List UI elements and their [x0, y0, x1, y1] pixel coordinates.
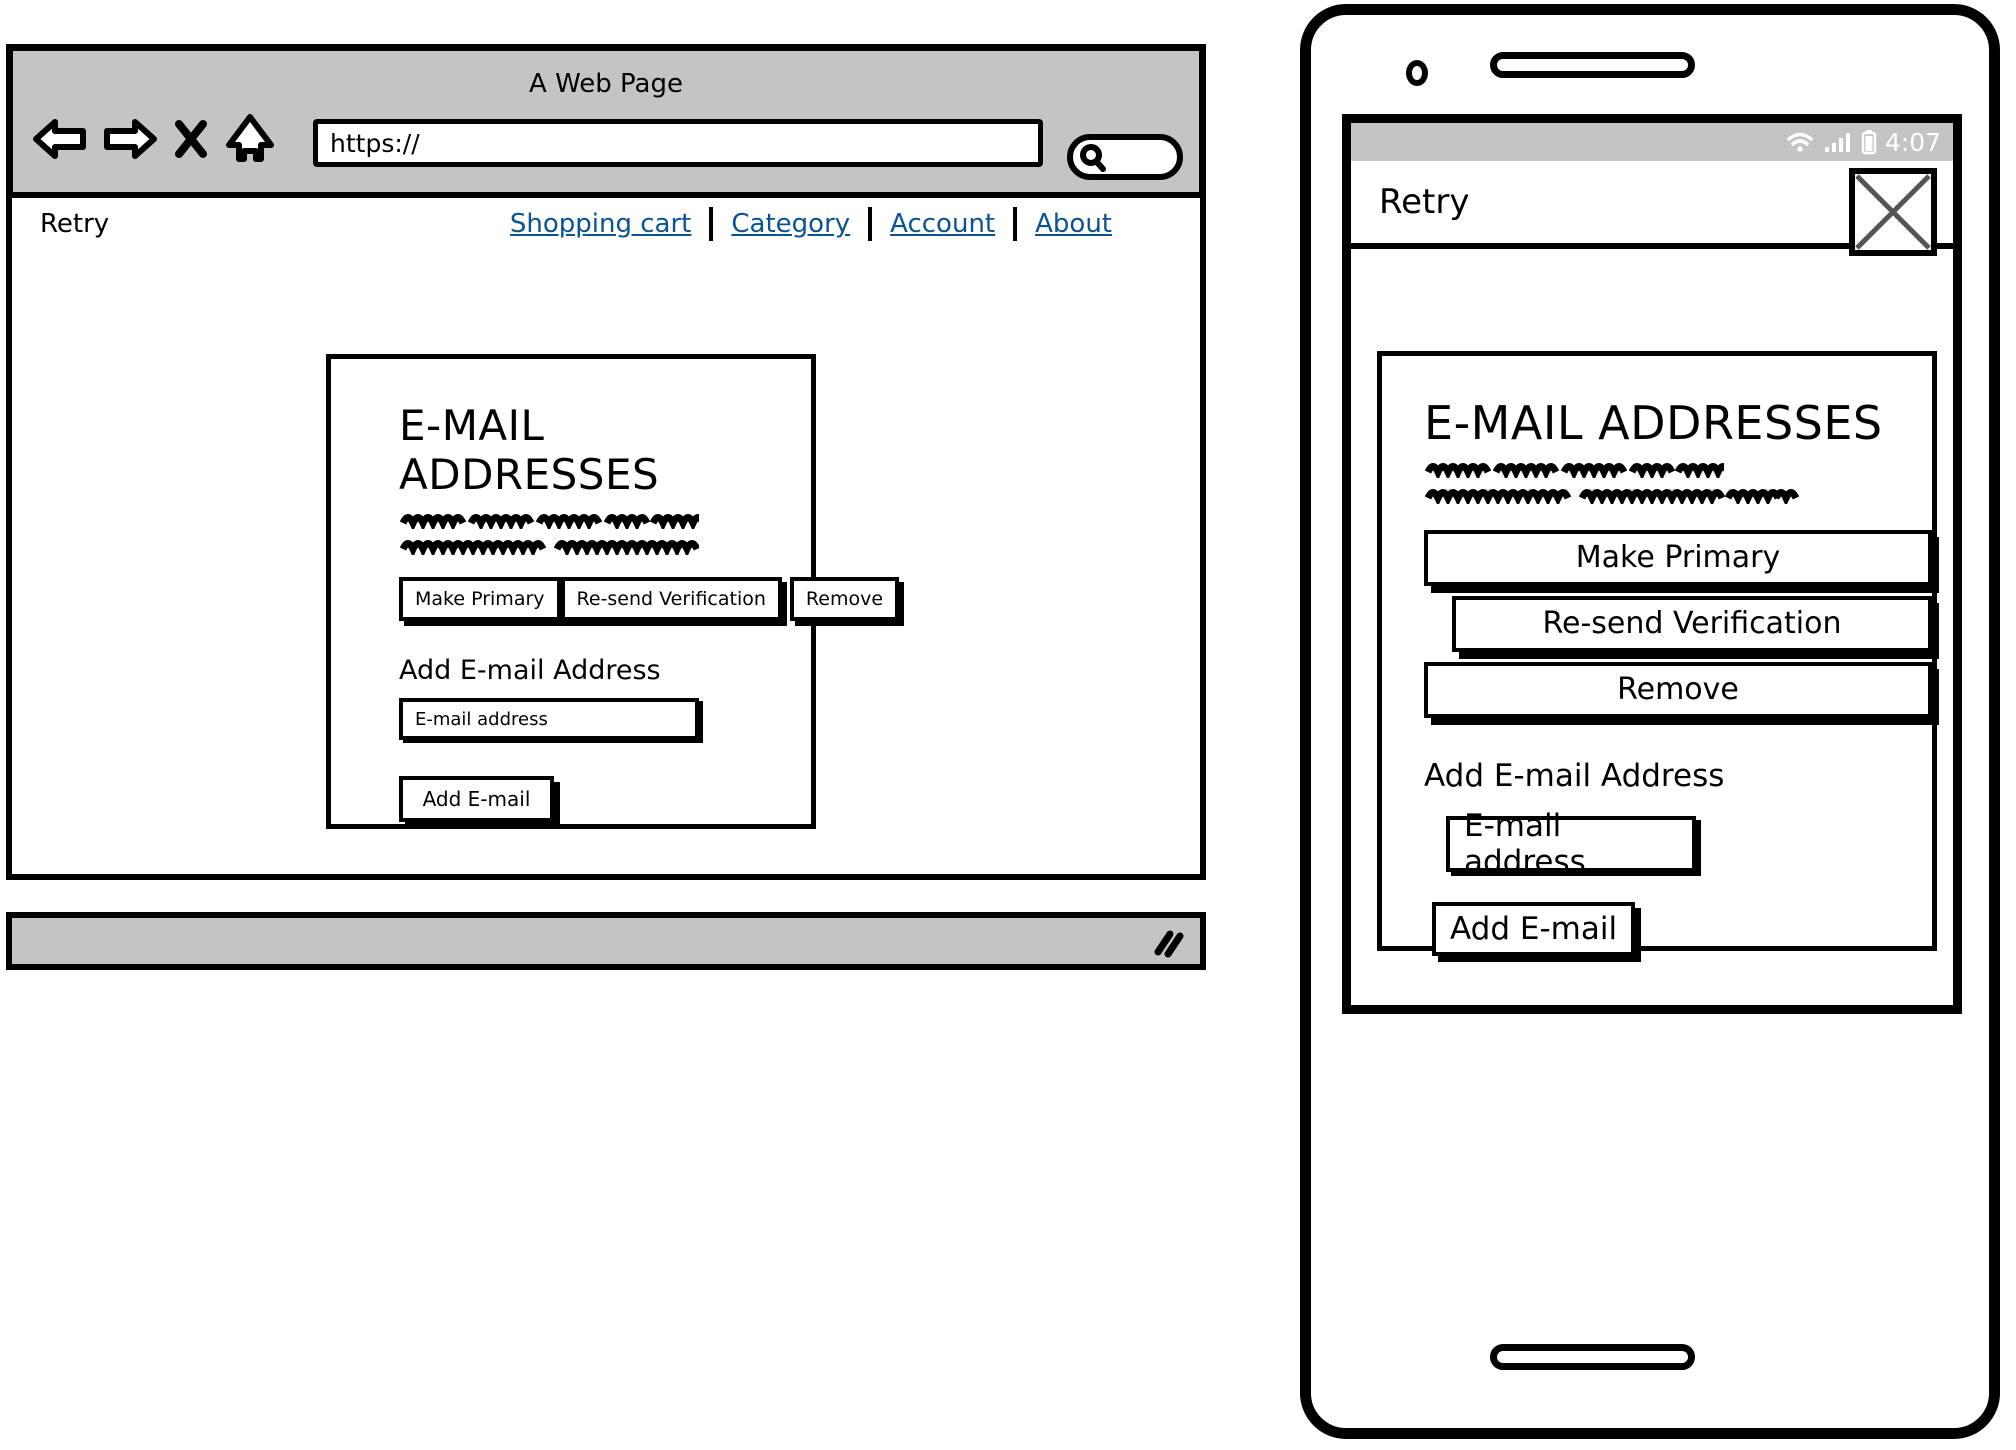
email-action-buttons-mobile: Make Primary Re-send Verification Remove [1424, 530, 1932, 718]
back-arrow-icon[interactable] [33, 117, 87, 161]
make-primary-button[interactable]: Make Primary [399, 577, 561, 621]
battery-icon [1861, 129, 1877, 155]
resize-grip-icon[interactable] [1150, 928, 1184, 962]
speaker-grill-icon [1490, 52, 1695, 78]
email-address-input-text-mobile: E-mail address [1464, 808, 1586, 880]
browser-chrome: A Web Page https:// [6, 44, 1206, 199]
home-button-icon[interactable] [1490, 1344, 1695, 1370]
resend-verification-button-mobile[interactable]: Re-send Verification [1452, 596, 1932, 652]
image-placeholder-x-icon[interactable] [1849, 168, 1937, 256]
forward-arrow-icon[interactable] [103, 117, 157, 161]
make-primary-button-mobile[interactable]: Make Primary [1424, 530, 1932, 586]
email-address-input[interactable]: E-mail address [399, 698, 699, 740]
remove-button-mobile[interactable]: Remove [1424, 662, 1932, 718]
placeholder-text-line [1424, 482, 1932, 504]
nav-link-about[interactable]: About [1017, 209, 1130, 239]
email-addresses-card: E-MAIL ADDRESSES Make Primary Re-send Ve… [326, 354, 900, 829]
email-addresses-card-mobile: E-MAIL ADDRESSES Make Primary Re-send Ve… [1377, 351, 1937, 956]
site-navigation-bar: Retry Shopping cart Category Account Abo… [6, 192, 1206, 256]
home-icon[interactable] [225, 113, 275, 165]
email-action-buttons: Make Primary Re-send Verification Remove [399, 577, 900, 621]
signal-bars-icon [1823, 130, 1853, 154]
add-email-section-label-mobile: Add E-mail Address [1424, 758, 1725, 794]
email-address-input-text: E-mail address [415, 708, 548, 730]
url-text: https:// [330, 128, 420, 158]
placeholder-text-line [1424, 456, 1932, 478]
add-email-button[interactable]: Add E-mail [399, 776, 554, 822]
add-email-button-mobile[interactable]: Add E-mail [1432, 902, 1636, 956]
phone-status-bar: 4:07 [1351, 123, 1953, 161]
browser-window: A Web Page https:// Retry Shopping cart … [6, 44, 1206, 970]
nav-link-category[interactable]: Category [713, 209, 868, 239]
nav-links: Shopping cart Category Account About [492, 207, 1130, 241]
phone-app-title: Retry [1379, 182, 1470, 222]
add-email-section-label: Add E-mail Address [399, 655, 661, 686]
phone-app-bar: Retry [1351, 161, 1953, 256]
placeholder-text-line [399, 507, 811, 529]
nav-link-shopping-cart[interactable]: Shopping cart [492, 209, 709, 239]
close-x-icon[interactable] [173, 117, 209, 161]
email-address-input-mobile[interactable]: E-mail address [1446, 808, 1696, 880]
resend-verification-button[interactable]: Re-send Verification [560, 577, 782, 621]
camera-icon [1406, 60, 1428, 86]
page-title: E-MAIL ADDRESSES [399, 401, 660, 499]
page-title-mobile: E-MAIL ADDRESSES [1424, 396, 1883, 450]
url-bar[interactable]: https:// [313, 119, 1043, 167]
browser-status-bar [6, 912, 1206, 970]
browser-title: A Web Page [529, 69, 683, 99]
browser-toolbar [33, 113, 275, 165]
phone-mockup: 4:07 Retry E-MAIL ADDRESSES Make Primary… [1300, 4, 2000, 1439]
phone-screen: 4:07 Retry E-MAIL ADDRESSES Make Primary… [1342, 114, 1962, 1014]
nav-link-account[interactable]: Account [872, 209, 1013, 239]
remove-button[interactable]: Remove [789, 577, 900, 621]
wifi-icon [1785, 130, 1815, 154]
search-box[interactable] [1065, 131, 1185, 183]
site-brand[interactable]: Retry [40, 209, 109, 239]
placeholder-text-line [399, 533, 811, 555]
status-bar-time: 4:07 [1884, 127, 1941, 157]
